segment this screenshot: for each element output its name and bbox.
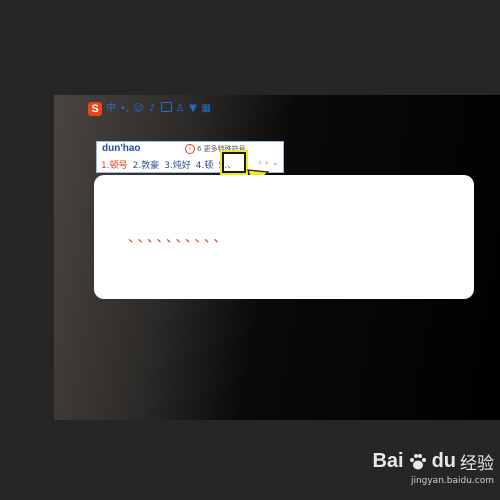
candidate-item[interactable]: 2.敦豪 bbox=[133, 158, 160, 171]
chevron-right-icon[interactable]: › bbox=[265, 158, 269, 168]
watermark-url: jingyan.baidu.com bbox=[410, 476, 494, 486]
microphone-icon[interactable]: ♪ bbox=[148, 102, 157, 116]
watermark-cn: 经验 bbox=[460, 454, 494, 474]
annotation-highlight-box bbox=[220, 150, 248, 175]
info-icon: i bbox=[185, 144, 195, 154]
editor-content: 、、、、、、、、、、 bbox=[128, 230, 230, 245]
emoji-icon[interactable]: ☺ bbox=[133, 102, 143, 116]
keyboard-icon[interactable] bbox=[160, 101, 172, 117]
pinyin-input[interactable]: dun'hao bbox=[102, 143, 140, 154]
chevron-left-icon[interactable]: ‹ bbox=[258, 158, 262, 168]
person-icon[interactable]: ♙ bbox=[176, 102, 185, 116]
candidate-item[interactable]: 1.顿号 bbox=[101, 158, 128, 171]
language-toggle[interactable]: 中 bbox=[106, 102, 116, 116]
shirt-icon[interactable]: ▼ bbox=[189, 102, 198, 116]
baidu-paw-icon bbox=[409, 453, 426, 469]
text-editor[interactable]: 、、、、、、、、、、 bbox=[94, 175, 474, 299]
grid-icon[interactable]: ▦ bbox=[202, 102, 211, 116]
ime-status-bar: S 中 •, ☺ ♪ ♙ ▼ ▦ bbox=[88, 101, 211, 117]
ime-candidate-panel: dun'hao i 6 更多特殊符号 1.顿号 2.敦豪 3.炖好 4.顿 5.… bbox=[96, 141, 284, 173]
watermark-brand: Bai bbox=[372, 450, 404, 472]
sogou-logo-icon[interactable]: S bbox=[88, 102, 102, 116]
candidate-navigation: ‹ › ⌄ bbox=[258, 158, 279, 168]
candidate-list: 1.顿号 2.敦豪 3.炖好 4.顿 5.、 bbox=[101, 158, 236, 171]
chevron-down-icon[interactable]: ⌄ bbox=[271, 158, 279, 168]
candidate-item[interactable]: 4.顿 bbox=[196, 158, 214, 171]
watermark-brand-suffix: du bbox=[431, 450, 456, 472]
punctuation-toggle[interactable]: •, bbox=[120, 102, 129, 116]
baidu-watermark: Bai du 经验 jingyan.baidu.com bbox=[372, 449, 494, 486]
candidate-item[interactable]: 3.炖好 bbox=[164, 158, 191, 171]
